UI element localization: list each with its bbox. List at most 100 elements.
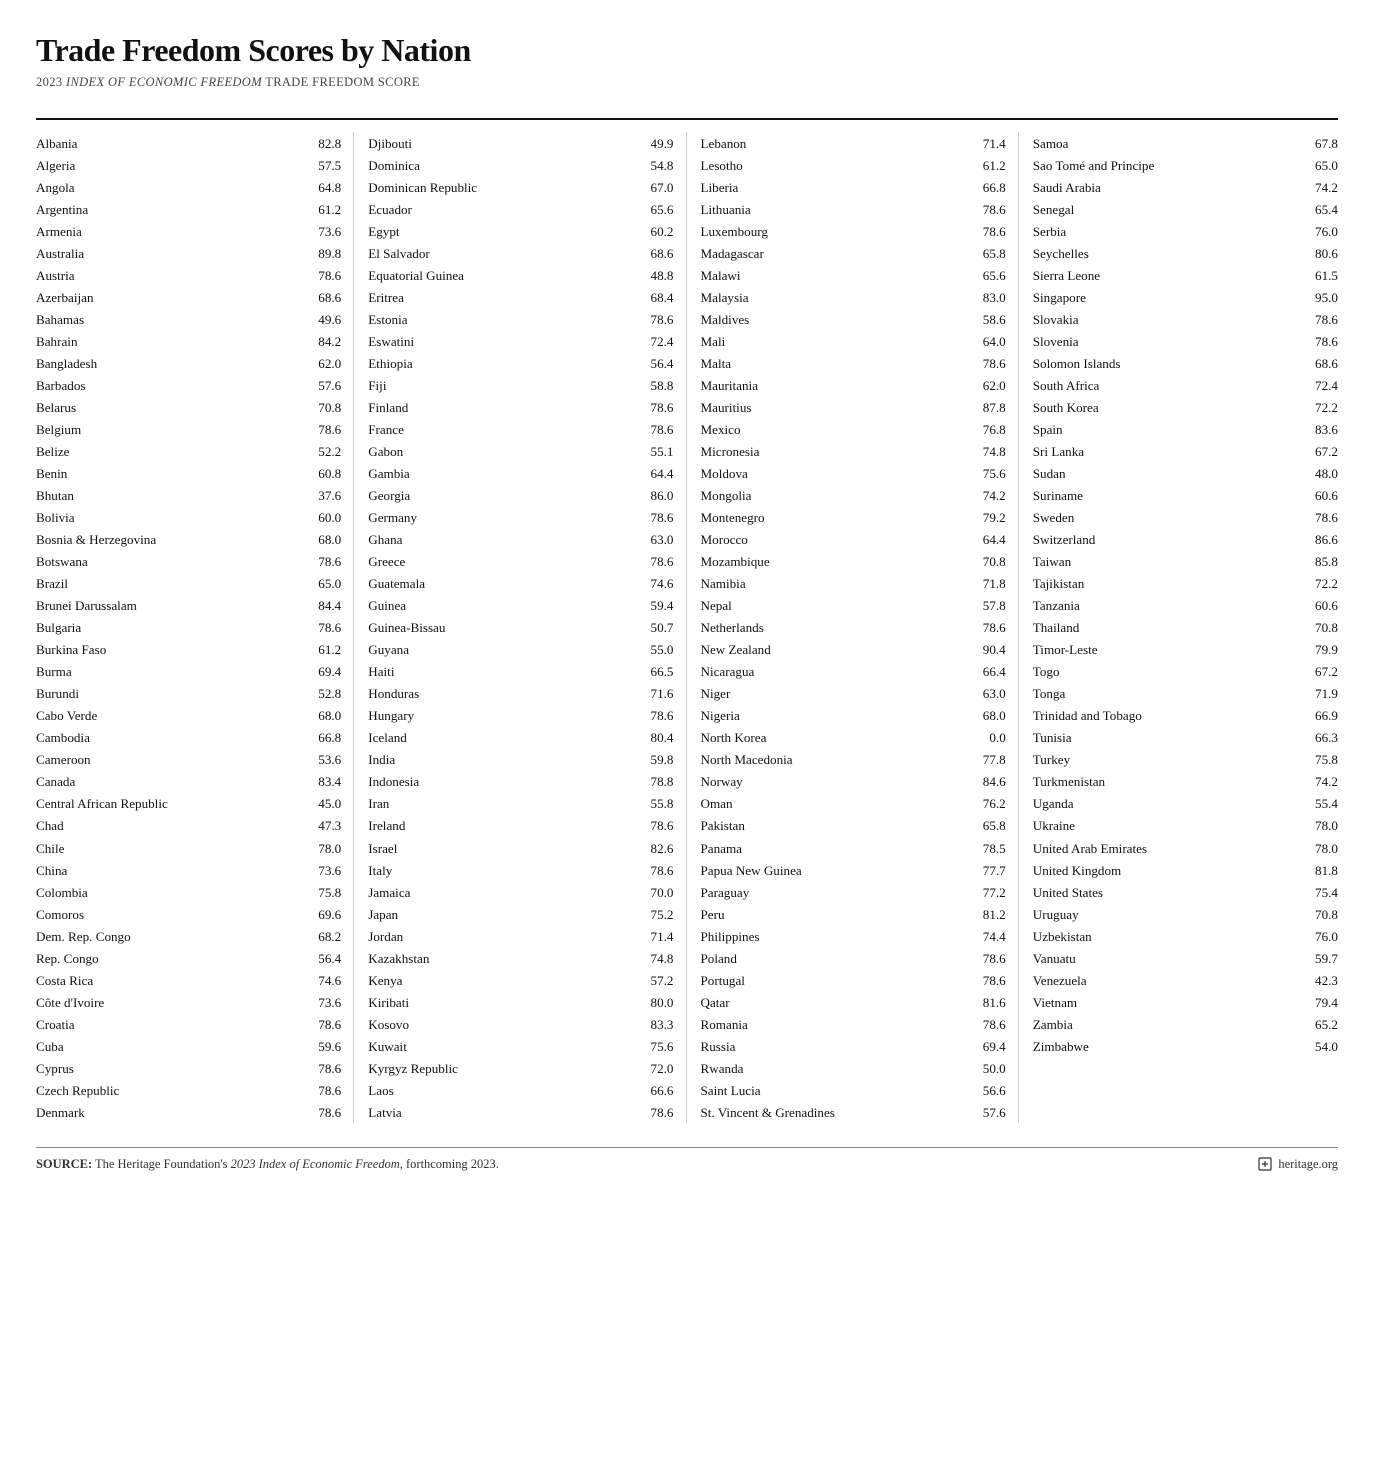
country-name: United Kingdom [1033, 861, 1302, 880]
list-item: Jordan71.4 [368, 925, 673, 947]
country-name: Pakistan [701, 816, 970, 835]
country-name: Equatorial Guinea [368, 266, 637, 285]
country-score: 74.8 [638, 949, 674, 968]
list-item: Lebanon71.4 [701, 132, 1006, 154]
list-item: Chile78.0 [36, 837, 341, 859]
country-name: Suriname [1033, 486, 1302, 505]
list-item: Norway84.6 [701, 771, 1006, 793]
country-name: Bulgaria [36, 618, 305, 637]
list-item: Japan75.2 [368, 903, 673, 925]
list-item: Cabo Verde68.0 [36, 705, 341, 727]
list-item: Mozambique70.8 [701, 551, 1006, 573]
country-score: 78.6 [305, 618, 341, 637]
list-item: Burundi52.8 [36, 683, 341, 705]
country-name: Argentina [36, 200, 305, 219]
country-name: North Macedonia [701, 750, 970, 769]
list-item: Maldives58.6 [701, 308, 1006, 330]
list-item: Philippines74.4 [701, 925, 1006, 947]
country-score: 66.5 [638, 662, 674, 681]
country-name: Cameroon [36, 750, 305, 769]
country-name: Lithuania [701, 200, 970, 219]
list-item: Haiti66.5 [368, 661, 673, 683]
country-name: Rwanda [701, 1059, 970, 1078]
country-score: 72.2 [1302, 398, 1338, 417]
country-score: 50.0 [970, 1059, 1006, 1078]
list-item: Chad47.3 [36, 815, 341, 837]
list-item: North Korea0.0 [701, 727, 1006, 749]
country-name: Madagascar [701, 244, 970, 263]
country-name: Malawi [701, 266, 970, 285]
country-score: 78.6 [638, 508, 674, 527]
country-score: 78.6 [1302, 332, 1338, 351]
country-name: South Korea [1033, 398, 1302, 417]
country-score: 68.6 [1302, 354, 1338, 373]
country-name: Mexico [701, 420, 970, 439]
list-item: Belgium78.6 [36, 418, 341, 440]
country-score: 74.6 [305, 971, 341, 990]
country-name: Serbia [1033, 222, 1302, 241]
country-name: Cyprus [36, 1059, 305, 1078]
list-item: Sierra Leone61.5 [1033, 264, 1338, 286]
list-item: Latvia78.6 [368, 1101, 673, 1123]
country-score: 56.6 [970, 1081, 1006, 1100]
country-score: 78.6 [638, 398, 674, 417]
country-score: 66.3 [1302, 728, 1338, 747]
country-score: 71.9 [1302, 684, 1338, 703]
country-score: 0.0 [970, 728, 1006, 747]
country-score: 79.2 [970, 508, 1006, 527]
country-name: Norway [701, 772, 970, 791]
data-table: Albania82.8Algeria57.5Angola64.8Argentin… [36, 118, 1338, 1123]
country-score: 78.6 [970, 1015, 1006, 1034]
country-score: 66.8 [970, 178, 1006, 197]
country-name: France [368, 420, 637, 439]
list-item: Senegal65.4 [1033, 198, 1338, 220]
list-item: Serbia76.0 [1033, 220, 1338, 242]
country-name: Samoa [1033, 134, 1302, 153]
country-score: 65.2 [1302, 1015, 1338, 1034]
country-score: 78.8 [638, 772, 674, 791]
country-score: 55.0 [638, 640, 674, 659]
list-item: Kyrgyz Republic72.0 [368, 1057, 673, 1079]
country-name: Netherlands [701, 618, 970, 637]
country-score: 65.0 [1302, 156, 1338, 175]
country-score: 78.6 [638, 706, 674, 725]
country-name: Germany [368, 508, 637, 527]
country-score: 52.8 [305, 684, 341, 703]
list-item: Equatorial Guinea48.8 [368, 264, 673, 286]
country-name: Latvia [368, 1103, 637, 1122]
country-score: 84.2 [305, 332, 341, 351]
country-name: Sweden [1033, 508, 1302, 527]
country-name: Kosovo [368, 1015, 637, 1034]
country-name: Israel [368, 839, 637, 858]
list-item: Eswatini72.4 [368, 330, 673, 352]
country-score: 85.8 [1302, 552, 1338, 571]
country-score: 57.5 [305, 156, 341, 175]
list-item: Sweden78.6 [1033, 507, 1338, 529]
list-item: Ghana63.0 [368, 529, 673, 551]
subtitle: 2023 INDEX OF ECONOMIC FREEDOM TRADE FRE… [36, 75, 1338, 90]
list-item: Hungary78.6 [368, 705, 673, 727]
list-item: Jamaica70.0 [368, 881, 673, 903]
country-name: Poland [701, 949, 970, 968]
country-score: 64.0 [970, 332, 1006, 351]
country-name: Comoros [36, 905, 305, 924]
list-item: New Zealand90.4 [701, 639, 1006, 661]
country-score: 61.2 [970, 156, 1006, 175]
country-score: 78.6 [638, 420, 674, 439]
country-name: Nicaragua [701, 662, 970, 681]
country-score: 60.6 [1302, 596, 1338, 615]
list-item: Bolivia60.0 [36, 507, 341, 529]
list-item: Angola64.8 [36, 176, 341, 198]
country-name: Bolivia [36, 508, 305, 527]
country-name: Trinidad and Tobago [1033, 706, 1302, 725]
country-name: Denmark [36, 1103, 305, 1122]
country-name: Colombia [36, 883, 305, 902]
country-name: Georgia [368, 486, 637, 505]
country-score: 83.3 [638, 1015, 674, 1034]
list-item: Estonia78.6 [368, 308, 673, 330]
country-score: 78.6 [970, 200, 1006, 219]
country-score: 69.4 [305, 662, 341, 681]
country-name: United States [1033, 883, 1302, 902]
country-name: Uganda [1033, 794, 1302, 813]
country-name: Zambia [1033, 1015, 1302, 1034]
